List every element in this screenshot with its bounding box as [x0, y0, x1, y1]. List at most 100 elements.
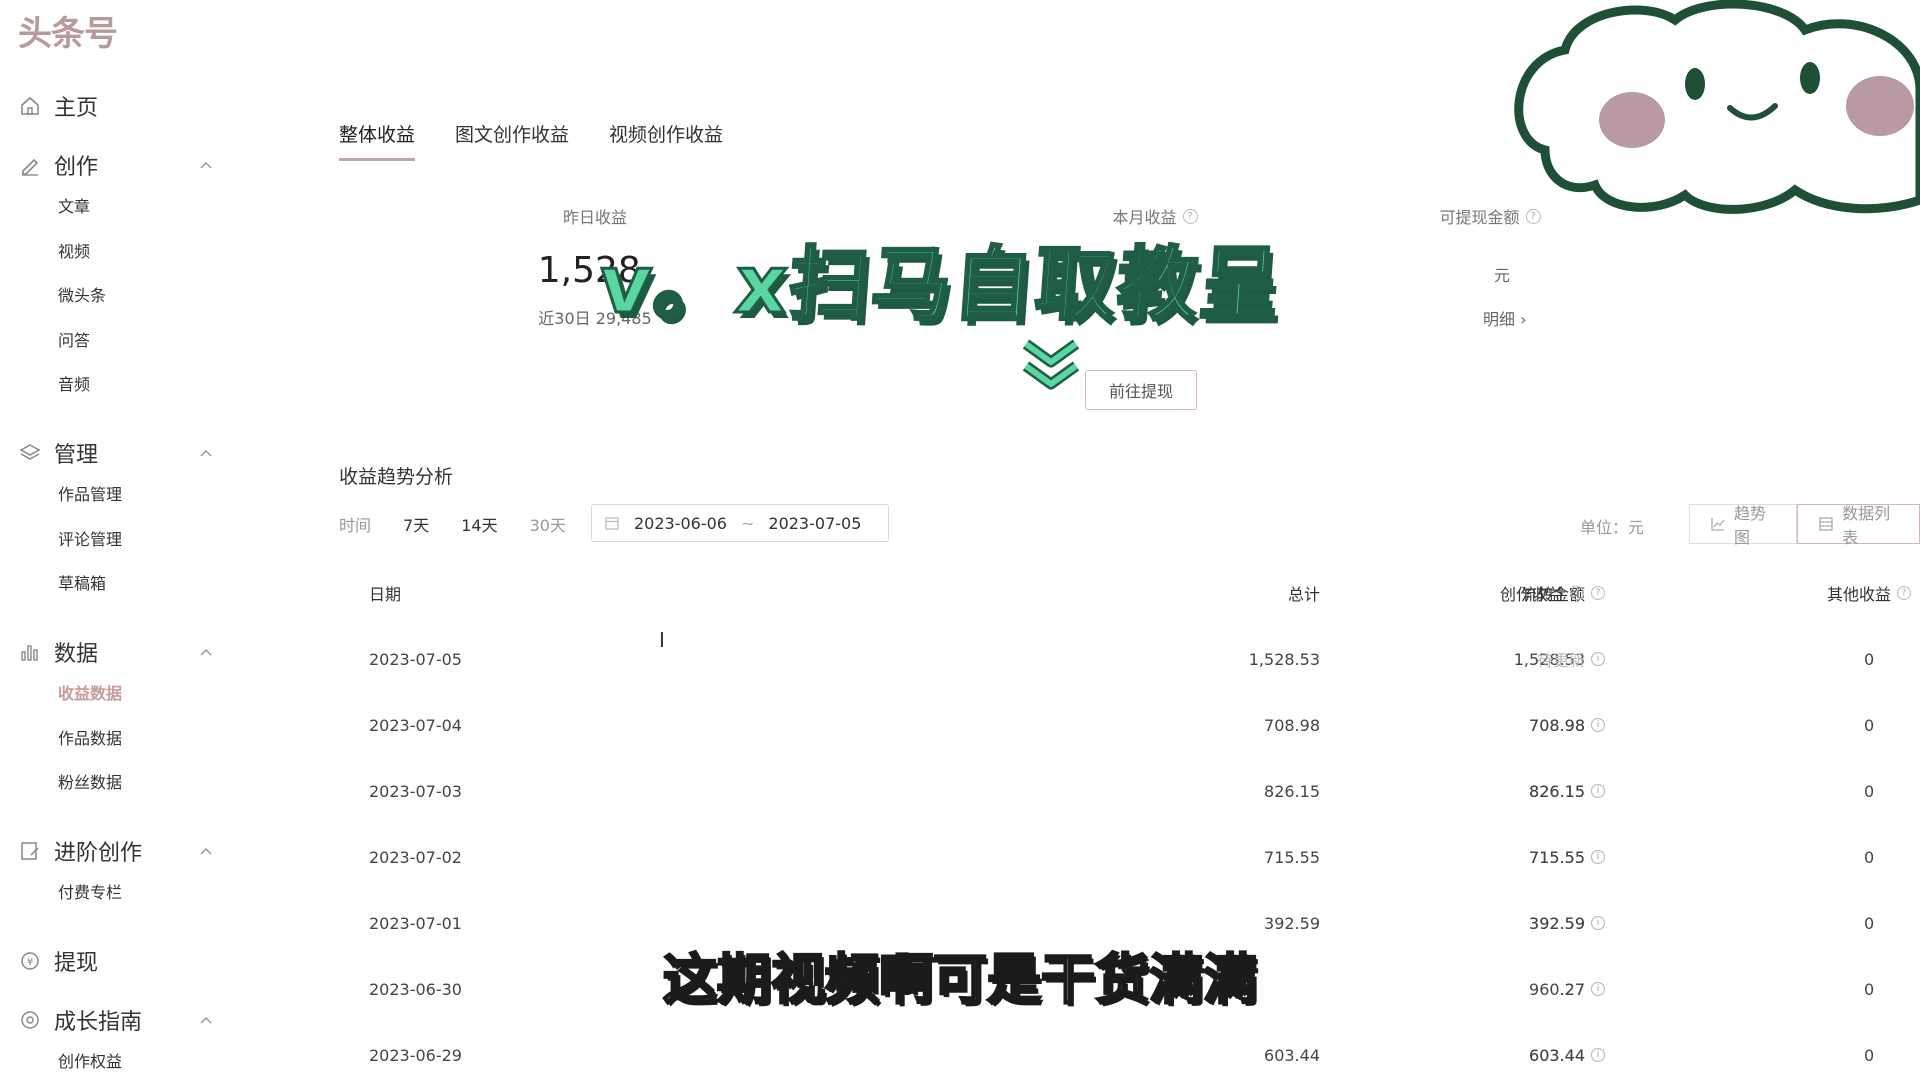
app-logo[interactable]: 头条号	[18, 6, 118, 55]
cell-creation-value: 715.55	[1529, 847, 1585, 867]
help-icon[interactable]: ?	[1897, 586, 1912, 600]
sidebar-item-works-data[interactable]: 作品数据	[18, 717, 218, 762]
chevron-up-icon[interactable]	[194, 640, 218, 664]
sidebar-group-create: 创作 文章 视频 微头条 问答 音频	[18, 145, 218, 408]
cell-creation: 708.98 i	[1529, 692, 1605, 758]
col-creation-label: 创作收益	[1499, 585, 1564, 604]
info-icon[interactable]: i	[1591, 652, 1605, 666]
sidebar-item-label: 进阶创作	[54, 841, 143, 866]
info-icon[interactable]: i	[1591, 784, 1605, 798]
info-icon[interactable]: i	[1591, 718, 1605, 732]
sidebar-group-data: 数据 收益数据 作品数据 粉丝数据	[18, 632, 218, 806]
cell-date-value: 2023-07-02	[369, 847, 462, 867]
sidebar-item-manage[interactable]: 管理	[18, 433, 218, 473]
sidebar-item-paid-column[interactable]: 付费专栏	[18, 871, 218, 916]
edit-doc-icon	[18, 839, 42, 863]
tab-overall-income[interactable]: 整体收益	[339, 120, 416, 161]
chevron-up-icon[interactable]	[194, 839, 218, 863]
date-end: 2023-07-05	[768, 513, 862, 533]
cell-other: 0	[1864, 626, 1874, 692]
cell-total: 715.55	[1264, 824, 1320, 890]
cell-other: 0	[1864, 824, 1874, 890]
chevron-up-icon[interactable]	[194, 441, 218, 465]
cell-creation-value: 待更新	[1536, 651, 1585, 670]
sidebar-item-fans-data[interactable]: 粉丝数据	[18, 761, 218, 806]
help-icon[interactable]: ?	[1591, 586, 1605, 600]
cell-total-value: 715.55	[1264, 847, 1320, 867]
cell-date-value: 2023-07-04	[369, 715, 462, 735]
tab-video-income[interactable]: 视频创作收益	[609, 120, 723, 161]
sidebar-item-home[interactable]: 主页	[18, 86, 218, 126]
sidebar-item-advanced[interactable]: 进阶创作	[18, 831, 218, 871]
pen-icon	[18, 153, 42, 177]
info-icon[interactable]: i	[1591, 916, 1605, 930]
cell-date: 2023-07-04	[369, 692, 462, 758]
col-total: 总计	[1287, 585, 1320, 604]
col-date: 日期	[369, 585, 402, 604]
cell-creation: 826.15 i	[1529, 758, 1605, 824]
cell-date: 2023-06-29	[369, 1022, 462, 1080]
trend-view-label: 趋势图	[1734, 504, 1767, 547]
sidebar-item-create[interactable]: 创作	[18, 145, 218, 185]
promo-banner-text: v。x扫马自取教呈	[595, 237, 1286, 333]
cell-other-value: 0	[1864, 715, 1875, 735]
date-range-picker[interactable]: 2023-06-06 ~ 2023-07-05	[591, 504, 889, 542]
cell-total-value: 826.15	[1264, 781, 1320, 801]
cell-creation-value: 826.15	[1529, 781, 1585, 801]
cell-other-value: 0	[1864, 781, 1875, 801]
cell-creation-value: 603.44	[1529, 1045, 1585, 1065]
sidebar-item-micro[interactable]: 微头条	[18, 274, 218, 319]
range-14d[interactable]: 14天	[461, 512, 497, 536]
sidebar-item-drafts[interactable]: 草稿箱	[18, 562, 218, 607]
sidebar-item-article[interactable]: 文章	[18, 185, 218, 230]
cell-date: 2023-07-02	[369, 824, 462, 890]
col-other-label: 其他收益	[1827, 585, 1892, 604]
withdrawable-unit: 元	[1494, 266, 1511, 285]
withdrawable-detail-link[interactable]: 明细 ›	[1483, 306, 1527, 330]
go-withdraw-button[interactable]: 前往提现	[1085, 370, 1197, 410]
cell-creation-value: 392.59	[1529, 913, 1585, 933]
sidebar-item-data[interactable]: 数据	[18, 632, 218, 672]
cell-total-value: 603.44	[1264, 1045, 1320, 1065]
cell-total-value: 708.98	[1264, 715, 1320, 735]
cell-other: 0	[1864, 758, 1874, 824]
info-icon[interactable]: i	[1591, 850, 1605, 864]
sidebar-item-label: 管理	[54, 443, 99, 468]
sidebar-item-income-data[interactable]: 收益数据	[18, 672, 218, 717]
info-icon[interactable]: i	[1591, 1048, 1605, 1062]
cell-total-value: 1,528.53	[1248, 649, 1320, 669]
table-view-button[interactable]: 数据列表	[1797, 504, 1920, 547]
time-filter: 时间 7天 14天 30天	[339, 504, 598, 544]
range-7d[interactable]: 7天	[403, 512, 429, 536]
cell-total-value: 392.59	[1264, 913, 1320, 933]
date-start: 2023-06-06	[634, 513, 727, 533]
cell-total: 826.15	[1264, 758, 1320, 824]
sidebar-item-video[interactable]: 视频	[18, 230, 218, 275]
sidebar-item-works-manage[interactable]: 作品管理	[18, 473, 218, 518]
chevron-up-icon[interactable]	[194, 153, 218, 177]
video-subtitle: 这期视频啊可是干货满满	[662, 947, 1259, 1013]
unit-label: 单位：元	[1580, 518, 1645, 537]
cell-total: 1,528.53	[1249, 626, 1320, 692]
section-title-trend: 收益趋势分析	[339, 466, 454, 488]
sidebar-item-label: 数据	[54, 642, 99, 667]
sidebar-item-audio[interactable]: 音频	[18, 363, 218, 408]
table-icon	[1818, 516, 1834, 532]
sidebar-item-qa[interactable]: 问答	[18, 319, 218, 364]
cell-date: 2023-07-03	[369, 758, 462, 824]
table-header: 日期 总计 流转金额? 创作收益? 其他收益?	[339, 560, 1920, 626]
sidebar-group-advanced: 进阶创作 付费专栏	[18, 831, 218, 916]
trend-view-button[interactable]: 趋势图	[1689, 504, 1798, 547]
sidebar-item-label: 主页	[54, 96, 99, 121]
table-row: 2023-07-05 1,528.53 1,528.53 i 待更新 i 0	[339, 626, 1920, 692]
table-view-label: 数据列表	[1842, 504, 1891, 547]
tab-article-income[interactable]: 图文创作收益	[455, 120, 569, 161]
cell-other-value: 0	[1864, 1045, 1875, 1065]
help-icon[interactable]: ?	[1570, 586, 1584, 600]
sidebar-item-creator-rights[interactable]: 创作权益	[18, 1040, 218, 1080]
range-30d[interactable]: 30天	[530, 512, 566, 536]
col-creation: 创作收益?	[1500, 560, 1584, 626]
table-row: 2023-07-03 826.15 826.15 i 826.15 i 0	[339, 758, 1920, 824]
sidebar-item-comments-manage[interactable]: 评论管理	[18, 518, 218, 563]
cell-date-value: 2023-06-29	[369, 1045, 462, 1065]
